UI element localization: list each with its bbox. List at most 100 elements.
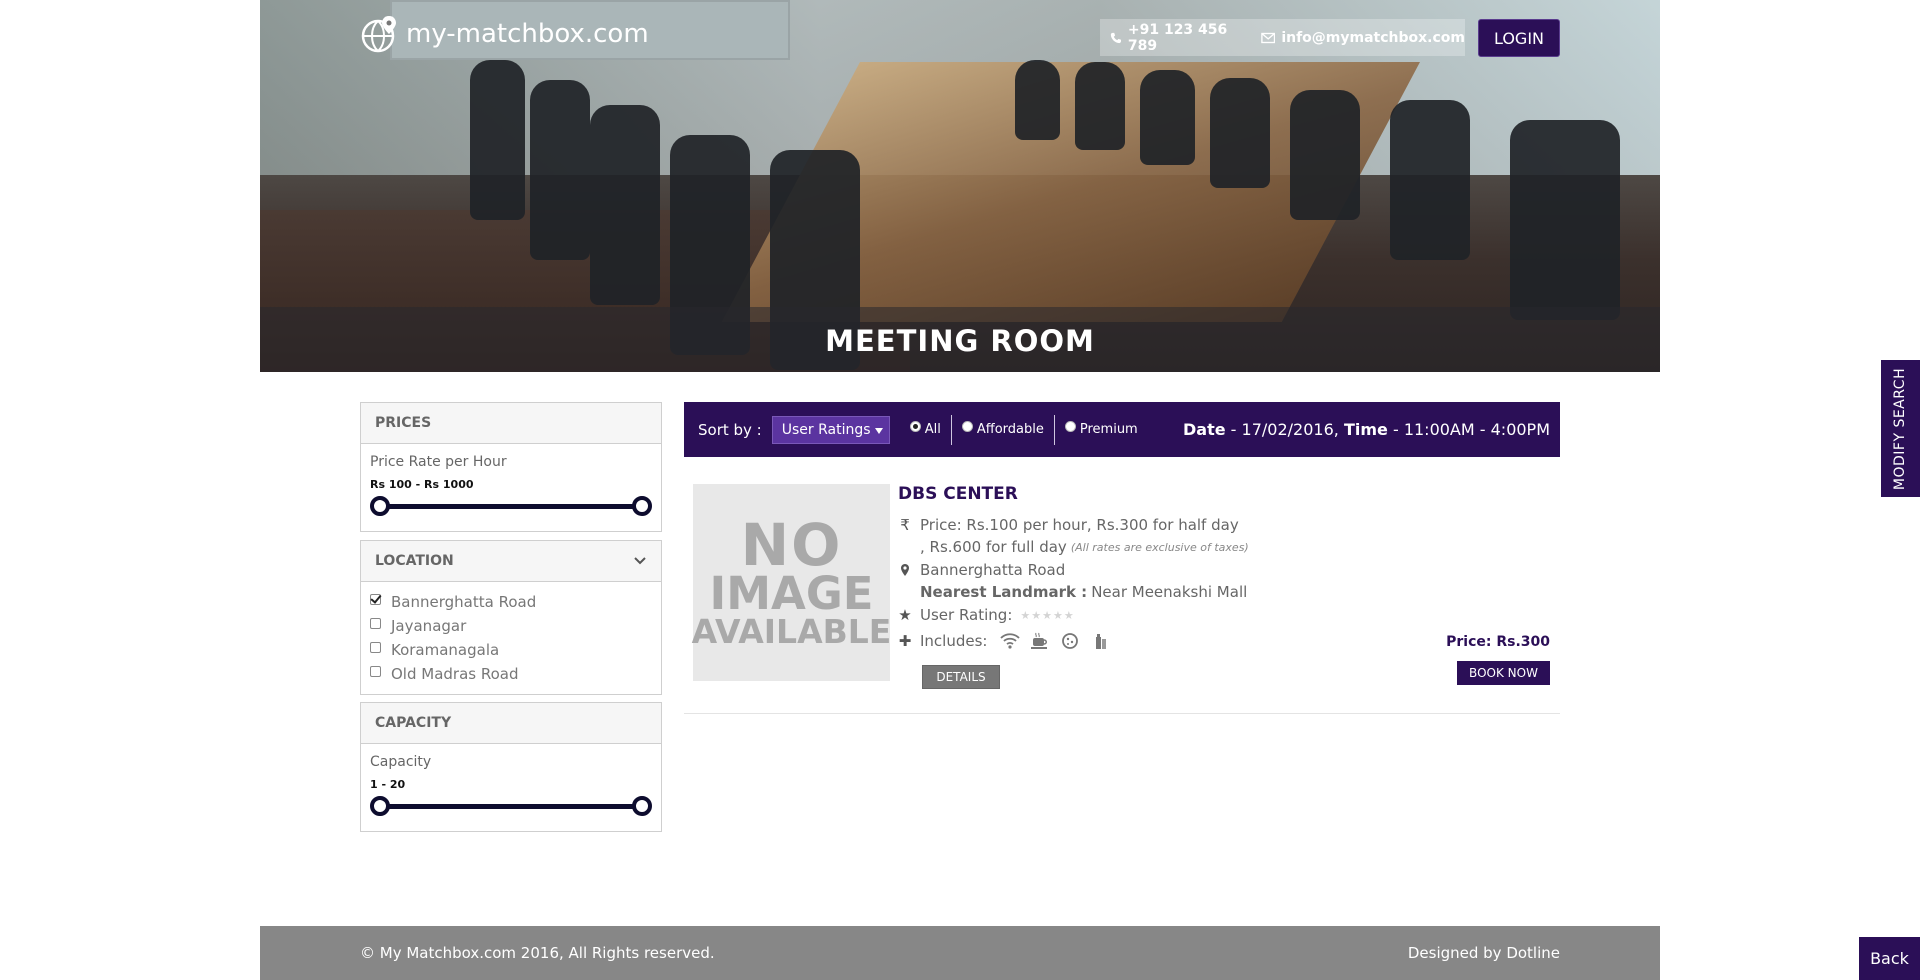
hero-chair <box>1015 60 1060 140</box>
capacity-slider-max-handle[interactable] <box>632 796 652 816</box>
price-slider[interactable] <box>370 495 652 517</box>
time-label: Time <box>1343 420 1388 439</box>
login-button[interactable]: LOGIN <box>1478 19 1560 57</box>
logo[interactable]: my-matchbox.com <box>360 14 649 54</box>
location-option[interactable]: Bannerghatta Road <box>370 590 652 614</box>
capacity-label: Capacity <box>370 754 432 770</box>
landmark-row: Nearest Landmark : Near Meenakshi Mall <box>920 583 1247 601</box>
capacity-slider-track <box>378 804 644 809</box>
price-row: ₹ Price: Rs.100 per hour, Rs.300 for hal… <box>898 516 1239 534</box>
footer: © My Matchbox.com 2016, All Rights reser… <box>260 926 1660 980</box>
hero-chair <box>1290 90 1360 220</box>
phone-icon <box>1110 32 1122 43</box>
hero-chair <box>470 60 525 220</box>
radio-label: Affordable <box>976 422 1044 437</box>
globe-pin-icon <box>361 16 396 53</box>
listing-price: Price: Rs.300 <box>1446 634 1550 650</box>
hero-chair <box>590 105 660 305</box>
time-value: - 11:00AM - 4:00PM <box>1392 420 1550 439</box>
location-label: Bannerghatta Road <box>391 593 537 611</box>
prices-header[interactable]: PRICES <box>361 403 661 444</box>
price-row-continued: , Rs.600 for full day (All rates are exc… <box>920 538 1249 556</box>
page-title: MEETING ROOM <box>825 324 1095 358</box>
no-image-text: NO <box>740 510 843 579</box>
price-slider-track <box>378 504 644 509</box>
price-text: Price: Rs.100 per hour, Rs.300 for half … <box>920 516 1239 534</box>
location-filter: LOCATION Bannerghatta Road Jayanagar Kor… <box>360 540 662 695</box>
price-note: (All rates are exclusive of taxes) <box>1070 540 1249 554</box>
hero-chair <box>1210 78 1270 188</box>
back-button[interactable]: Back <box>1859 937 1920 980</box>
mail-icon <box>1261 32 1276 43</box>
copyright-text: © My Matchbox.com 2016, All Rights reser… <box>360 944 715 962</box>
filter-radio-affordable[interactable]: Affordable <box>952 415 1054 445</box>
listing-card: NO IMAGE AVAILABLE DBS CENTER ₹ Price: R… <box>684 470 1560 714</box>
hero-banner: my-matchbox.com +91 123 456 789 info@mym… <box>260 0 1660 372</box>
address-row: Bannerghatta Road <box>898 561 1065 579</box>
price-text: , Rs.600 for full day <box>920 538 1067 556</box>
caret-down-icon <box>874 427 883 434</box>
radio-label: All <box>924 422 941 437</box>
hero-chair <box>1390 100 1470 260</box>
radio-button[interactable] <box>909 421 921 432</box>
radio-button[interactable] <box>1064 421 1076 432</box>
filter-radio-all[interactable]: All <box>900 415 951 445</box>
location-header[interactable]: LOCATION <box>361 541 661 582</box>
cookie-icon <box>1062 633 1079 649</box>
rating-stars: ★★★★★ <box>1020 608 1075 622</box>
location-checkbox[interactable] <box>370 665 381 677</box>
hero-chair <box>1510 120 1620 320</box>
location-label: Koramanagala <box>391 641 500 659</box>
contact-bar: +91 123 456 789 info@mymatchbox.com <box>1100 19 1465 56</box>
venue-name[interactable]: DBS CENTER <box>898 484 1018 504</box>
capacity-range-value: 1 - 20 <box>370 778 406 791</box>
date-value: - 17/02/2016, <box>1230 420 1339 439</box>
location-checkbox[interactable] <box>370 593 381 605</box>
location-option[interactable]: Koramanagala <box>370 638 652 662</box>
location-option[interactable]: Jayanagar <box>370 614 652 638</box>
includes-label: Includes: <box>920 632 988 650</box>
designed-by-link[interactable]: Designed by Dotline <box>1408 944 1560 962</box>
sort-label: Sort by : <box>698 420 762 439</box>
location-option[interactable]: Old Madras Road <box>370 662 652 686</box>
sort-select-value: User Ratings <box>781 421 871 438</box>
no-image-placeholder: NO IMAGE AVAILABLE <box>691 484 892 681</box>
plus-icon: ✚ <box>898 632 912 650</box>
sort-bar: Sort by : User Ratings All Affordable Pr… <box>684 402 1560 457</box>
radio-button[interactable] <box>961 421 973 432</box>
address-text: Bannerghatta Road <box>920 561 1066 579</box>
no-image-text: IMAGE <box>709 567 874 620</box>
star-icon: ★ <box>898 606 912 624</box>
location-checkbox[interactable] <box>370 641 381 653</box>
capacity-header[interactable]: CAPACITY <box>361 703 661 744</box>
phone-number[interactable]: +91 123 456 789 <box>1128 22 1241 54</box>
filter-radio-premium[interactable]: Premium <box>1055 415 1148 445</box>
rupee-icon: ₹ <box>900 516 910 534</box>
sort-select[interactable]: User Ratings <box>771 415 890 444</box>
prices-filter: PRICES Price Rate per Hour Rs 100 - Rs 1… <box>360 402 662 532</box>
page: my-matchbox.com +91 123 456 789 info@mym… <box>0 0 1920 980</box>
capacity-slider-min-handle[interactable] <box>370 796 390 816</box>
date-label: Date <box>1183 420 1226 439</box>
location-checkbox[interactable] <box>370 617 381 629</box>
price-rate-label: Price Rate per Hour <box>370 454 507 470</box>
booking-datetime: Date - 17/02/2016, Time - 11:00AM - 4:00… <box>1183 420 1550 439</box>
landmark-value: Near Meenakshi Mall <box>1091 583 1248 601</box>
book-now-button[interactable]: BOOK NOW <box>1457 661 1550 685</box>
location-label: Jayanagar <box>391 617 467 635</box>
no-image-text: AVAILABLE <box>691 611 892 651</box>
details-button[interactable]: DETAILS <box>922 665 1000 689</box>
hero-chair <box>1140 70 1195 165</box>
rating-row: ★ User Rating: ★★★★★ <box>898 606 1075 624</box>
hero-chair <box>530 80 590 260</box>
modify-search-tab[interactable]: MODIFY SEARCH <box>1881 360 1920 497</box>
radio-label: Premium <box>1079 422 1138 437</box>
price-slider-min-handle[interactable] <box>370 496 390 516</box>
chevron-down-icon[interactable] <box>633 554 647 568</box>
capacity-slider[interactable] <box>370 795 652 817</box>
email-address[interactable]: info@mymatchbox.com <box>1281 30 1465 46</box>
price-slider-max-handle[interactable] <box>632 496 652 516</box>
capacity-filter: CAPACITY Capacity 1 - 20 <box>360 702 662 832</box>
coffee-icon <box>1031 632 1048 649</box>
location-label: Old Madras Road <box>391 665 519 683</box>
